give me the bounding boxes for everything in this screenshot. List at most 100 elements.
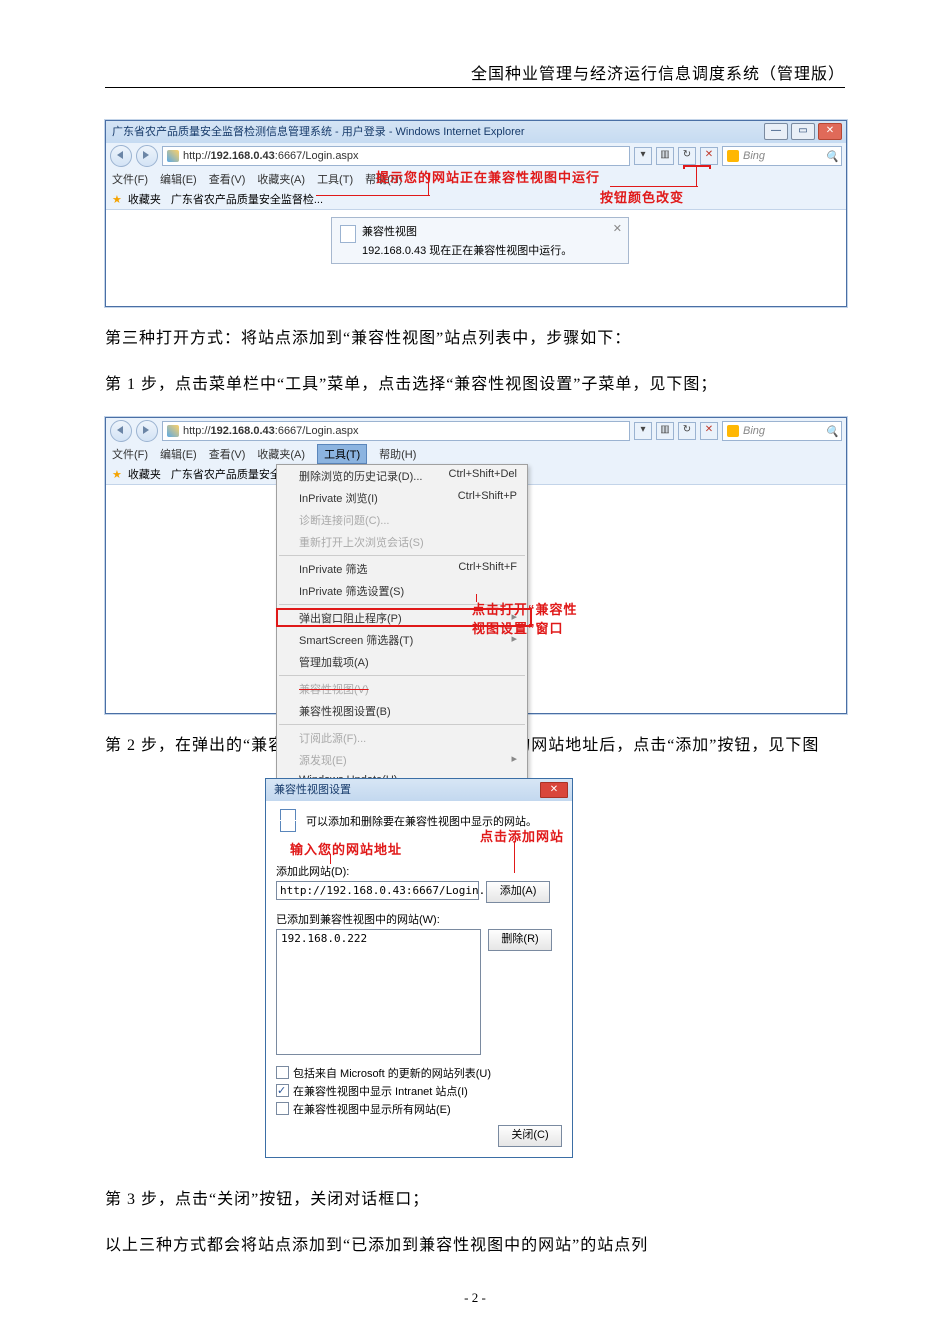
dlg-compat-icon xyxy=(276,809,298,831)
menu-tools[interactable]: 工具(T) xyxy=(317,171,353,187)
stop-button[interactable]: ✕ xyxy=(700,147,718,165)
search-placeholder: Bing xyxy=(743,150,765,162)
compat-view-button[interactable]: ▥ xyxy=(656,147,674,165)
menu-favorites[interactable]: 收藏夹(A) xyxy=(257,446,305,462)
menu-file[interactable]: 文件(F) xyxy=(112,171,148,187)
menu-edit[interactable]: 编辑(E) xyxy=(160,446,197,462)
favorites-star-icon: ★ xyxy=(112,193,122,206)
popup-title: 兼容性视图 xyxy=(362,223,572,239)
ie-menu-bar-2: 文件(F) 编辑(E) 查看(V) 收藏夹(A) 工具(T) 帮助(H) xyxy=(106,444,846,464)
favorites-star-icon: ★ xyxy=(112,468,122,481)
ie-window-1: 广东省农产品质量安全监督检测信息管理系统 - 用户登录 - Windows In… xyxy=(105,120,847,307)
address-bar[interactable]: http://192.168.0.43:6667/Login.aspx xyxy=(162,146,630,166)
menu-compat-view: 兼容性视图(V) xyxy=(277,678,527,700)
annot-button-color: 按钮颜色改变 xyxy=(600,187,684,206)
search-icon: 🔍 xyxy=(825,425,837,437)
annot-compat-open-2: 视图设置”窗口 xyxy=(472,618,564,637)
ie-window-2: http://192.168.0.43:6667/Login.aspx ▾ ▥ … xyxy=(105,417,847,714)
favorites-label: 收藏夹 xyxy=(128,466,161,482)
dlg-close-btn[interactable]: 关闭(C) xyxy=(498,1125,562,1147)
dlg-close-button[interactable]: ✕ xyxy=(540,782,568,798)
menu-inprivate-browse[interactable]: InPrivate 浏览(I)Ctrl+Shift+P xyxy=(277,487,527,509)
paragraph-step1: 第 1 步，点击菜单栏中“工具”菜单，点击选择“兼容性视图设置”子菜单，见下图； xyxy=(105,371,845,399)
search-icon: 🔍 xyxy=(825,150,837,162)
cb-all-sites-label: 在兼容性视图中显示所有网站(E) xyxy=(293,1104,451,1116)
page-number: - 2 - xyxy=(0,1290,950,1306)
dlg-title-text: 兼容性视图设置 xyxy=(274,784,351,796)
cb-microsoft-list-label: 包括来自 Microsoft 的更新的网站列表(U) xyxy=(293,1068,491,1080)
url-text: http://192.168.0.43:6667/Login.aspx xyxy=(183,150,359,162)
stop-button[interactable]: ✕ xyxy=(700,422,718,440)
menu-compat-view-settings[interactable]: 兼容性视图设置(B) xyxy=(277,700,527,722)
menu-subscribe-feed: 订阅此源(F)... xyxy=(277,727,527,749)
menu-favorites[interactable]: 收藏夹(A) xyxy=(257,171,305,187)
back-button[interactable] xyxy=(110,145,132,167)
paragraph-method3: 第三种打开方式：将站点添加到“兼容性视图”站点列表中，步骤如下： xyxy=(105,325,845,353)
menu-reopen-last: 重新打开上次浏览会话(S) xyxy=(277,531,527,553)
compat-view-button[interactable]: ▥ xyxy=(656,422,674,440)
menu-diagnose: 诊断连接问题(C)... xyxy=(277,509,527,531)
forward-button[interactable] xyxy=(136,420,158,442)
ie-nav-bar: http://192.168.0.43:6667/Login.aspx ▾ ▥ … xyxy=(106,143,846,169)
cb-intranet-label: 在兼容性视图中显示 Intranet 站点(I) xyxy=(293,1086,468,1098)
ie-favicon-icon xyxy=(167,425,179,437)
menu-feed-discovery: 源发现(E) xyxy=(277,749,527,771)
menu-delete-history[interactable]: 删除浏览的历史记录(D)...Ctrl+Shift+Del xyxy=(277,465,527,487)
dlg-list-item[interactable]: 192.168.0.222 xyxy=(281,932,476,945)
ie-menu-bar: 文件(F) 编辑(E) 查看(V) 收藏夹(A) 工具(T) 帮助(H) 提示您… xyxy=(106,169,846,189)
paragraph-step3: 第 3 步，点击“关闭”按钮，关闭对话框口； xyxy=(105,1186,845,1214)
refresh-button[interactable]: ↻ xyxy=(678,147,696,165)
compat-settings-dialog: 兼容性视图设置 ✕ 可以添加和删除要在兼容性视图中显示的网站。 输入您的网站地址… xyxy=(265,778,573,1158)
menu-tools-active[interactable]: 工具(T) xyxy=(317,444,367,464)
ie-favorites-bar: ★ 收藏夹 广东省农产品质量安全监督检... 按钮颜色改变 xyxy=(106,189,846,209)
annot-input-url: 输入您的网站地址 xyxy=(290,839,402,858)
ie-favicon-icon xyxy=(167,150,179,162)
cb-microsoft-list[interactable] xyxy=(276,1066,289,1079)
menu-manage-addons[interactable]: 管理加载项(A) xyxy=(277,651,527,673)
search-placeholder-2: Bing xyxy=(743,425,765,437)
favorites-label: 收藏夹 xyxy=(128,191,161,207)
refresh-button[interactable]: ↻ xyxy=(678,422,696,440)
window-restore-button[interactable]: ▭ xyxy=(791,123,815,140)
search-box-2[interactable]: Bing 🔍 xyxy=(722,421,842,441)
dlg-url-input[interactable]: http://192.168.0.43:6667/Login.aspx xyxy=(276,881,479,900)
dlg-list-label: 已添加到兼容性视图中的网站(W): xyxy=(276,911,562,927)
menu-view[interactable]: 查看(V) xyxy=(209,446,246,462)
dlg-add-label: 添加此网站(D): xyxy=(276,863,562,879)
dropdown-icon[interactable]: ▾ xyxy=(634,422,652,440)
menu-edit[interactable]: 编辑(E) xyxy=(160,171,197,187)
menu-file[interactable]: 文件(F) xyxy=(112,446,148,462)
annot-click-add: 点击添加网站 xyxy=(480,826,564,845)
menu-inprivate-filter[interactable]: InPrivate 筛选Ctrl+Shift+F xyxy=(277,558,527,580)
dlg-title-bar: 兼容性视图设置 ✕ xyxy=(266,779,572,801)
menu-view[interactable]: 查看(V) xyxy=(209,171,246,187)
annot-compat-open-1: 点击打开“兼容性 xyxy=(472,599,578,618)
popup-compat-icon xyxy=(340,225,356,243)
search-box[interactable]: Bing 🔍 xyxy=(722,146,842,166)
popup-close-icon[interactable]: ✕ xyxy=(613,222,622,235)
dlg-add-button[interactable]: 添加(A) xyxy=(486,881,550,903)
compat-popup: 兼容性视图 192.168.0.43 现在正在兼容性视图中运行。 ✕ xyxy=(331,217,629,264)
favorites-item[interactable]: 广东省农产品质量安全监督检... xyxy=(171,191,323,207)
favorites-item[interactable]: 广东省农产品质量安全... xyxy=(171,466,290,482)
ie-nav-bar-2: http://192.168.0.43:6667/Login.aspx ▾ ▥ … xyxy=(106,418,846,444)
annot-compat-running: 提示您的网站正在兼容性视图中运行 xyxy=(376,167,600,186)
ie-title-text: 广东省农产品质量安全监督检测信息管理系统 - 用户登录 - Windows In… xyxy=(112,126,525,138)
dlg-remove-button[interactable]: 删除(R) xyxy=(488,929,552,951)
window-minimize-button[interactable]: — xyxy=(764,123,788,140)
address-bar-2[interactable]: http://192.168.0.43:6667/Login.aspx xyxy=(162,421,630,441)
bing-icon xyxy=(727,150,739,162)
menu-help[interactable]: 帮助(H) xyxy=(379,446,416,462)
popup-body: 192.168.0.43 现在正在兼容性视图中运行。 xyxy=(362,242,572,258)
back-button[interactable] xyxy=(110,420,132,442)
window-close-button[interactable]: ✕ xyxy=(818,123,842,140)
cb-intranet[interactable] xyxy=(276,1084,289,1097)
cb-all-sites[interactable] xyxy=(276,1102,289,1115)
url-text-2: http://192.168.0.43:6667/Login.aspx xyxy=(183,425,359,437)
dlg-site-list[interactable]: 192.168.0.222 xyxy=(276,929,481,1055)
paragraph-summary: 以上三种方式都会将站点添加到“已添加到兼容性视图中的网站”的站点列 xyxy=(105,1232,845,1260)
forward-button[interactable] xyxy=(136,145,158,167)
ie-title-bar: 广东省农产品质量安全监督检测信息管理系统 - 用户登录 - Windows In… xyxy=(106,121,846,143)
dropdown-icon[interactable]: ▾ xyxy=(634,147,652,165)
bing-icon xyxy=(727,425,739,437)
